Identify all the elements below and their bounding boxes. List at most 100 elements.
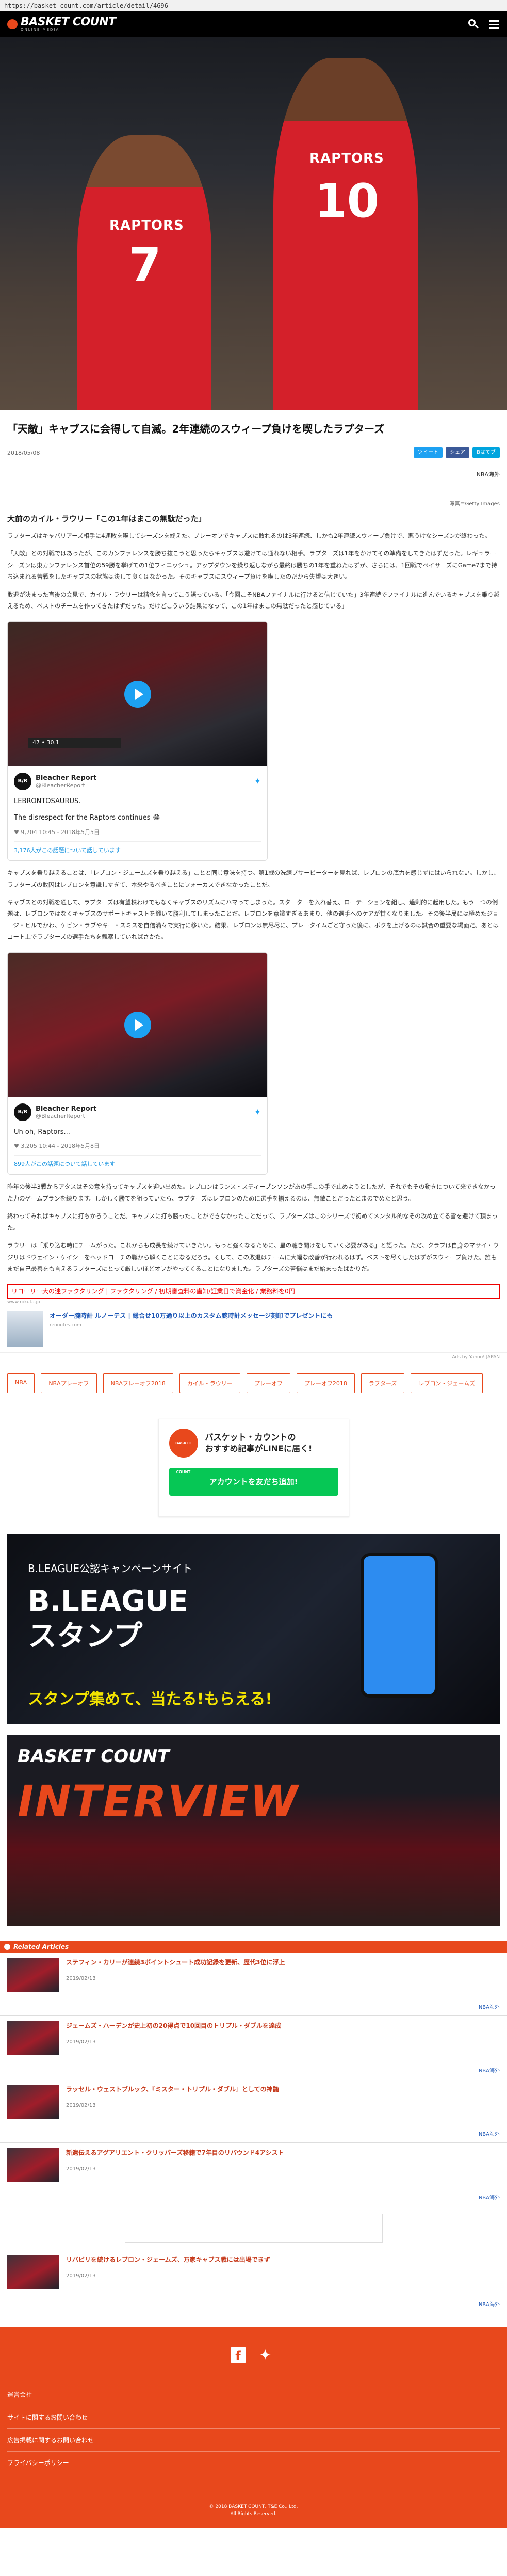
- article-title: 「天敵」キャブスに会得して自滅。2年連続のスウィープ負けを喫したラプターズ: [7, 423, 385, 435]
- tweet-conversation-link[interactable]: 3,176人がこの話題について話しています: [14, 841, 261, 854]
- related-article[interactable]: ラッセル・ウェストブルック、『ミスター・トリプル・ダブル』としての神髄 2019/…: [0, 2079, 507, 2143]
- tweet-author-handle[interactable]: @BleacherReport: [36, 782, 96, 789]
- search-icon[interactable]: [468, 19, 479, 30]
- play-icon[interactable]: [124, 680, 151, 708]
- related-thumbnail[interactable]: [7, 2148, 59, 2183]
- related-thumbnail[interactable]: [7, 2255, 59, 2290]
- tweet-text: LEBRONTOSAURUS.: [14, 797, 81, 805]
- photo-credit: 写真＝Getty Images: [449, 501, 500, 507]
- avatar[interactable]: B/R: [14, 1103, 31, 1121]
- tag-link[interactable]: NBAプレーオフ: [41, 1373, 97, 1394]
- interview-banner[interactable]: BASKET COUNT INTERVIEW: [7, 1735, 500, 1926]
- banner-headline: B.LEAGUE: [28, 1585, 188, 1619]
- tweet-author-name[interactable]: Bleacher Report: [36, 1105, 96, 1113]
- ad-title[interactable]: オーダー腕時計 ルノーテス | 総合せ10万通り以上のカスタム腕時計メッセージ刻…: [50, 1311, 333, 1320]
- related-category[interactable]: NBA海外: [479, 2066, 500, 2074]
- line-card-text: おすすめ記事がLINEに届く!: [205, 1444, 313, 1454]
- tweet-video[interactable]: [8, 952, 267, 1097]
- logo-subtext: ONLINE MEDIA: [21, 28, 60, 32]
- add-line-friend-button[interactable]: アカウントを友だち追加!: [169, 1468, 338, 1496]
- hero-image: RAPTORS 7 RAPTORS 10: [0, 37, 507, 410]
- site-logo[interactable]: BASKET COUNT ONLINE MEDIA: [7, 17, 116, 32]
- tag-link[interactable]: カイル・ラウリー: [179, 1373, 240, 1394]
- article-paragraph: 終わってみればキャブスに打ちかろうことだ。キャブスに打ち勝ったことができなかった…: [7, 1212, 498, 1231]
- category-link[interactable]: NBA海外: [0, 470, 507, 478]
- article-date: 2018/05/08: [7, 449, 40, 456]
- bleague-stamp-banner[interactable]: B.LEAGUE公認キャンペーンサイト B.LEAGUE スタンプ スタンプ集め…: [7, 1534, 500, 1725]
- facebook-share-button[interactable]: シェア: [446, 447, 470, 458]
- related-thumbnail[interactable]: [7, 1958, 59, 1992]
- twitter-bird-icon[interactable]: ✦: [254, 1107, 261, 1117]
- sponsored-link-box[interactable]: リヨーリー大の迷ファクタリング | ファクタリング / 初期審査料の歯知/証業日…: [7, 1284, 500, 1299]
- related-title[interactable]: リバビリを続けるレブロン・ジェームズ、万家キャブス戦には出場できず: [66, 2255, 270, 2264]
- avatar[interactable]: B/R: [14, 772, 31, 790]
- banner-caption: B.LEAGUE公認キャンペーンサイト: [28, 1562, 192, 1575]
- related-heading: Related Articles: [13, 1943, 69, 1951]
- basketball-icon: [4, 1944, 10, 1950]
- ad-thumbnail[interactable]: [7, 1311, 43, 1348]
- related-article[interactable]: リバビリを続けるレブロン・ジェームズ、万家キャブス戦には出場できず 2019/02…: [0, 2250, 507, 2314]
- footer-link[interactable]: 広告掲載に関するお問い合わせ: [7, 2429, 500, 2452]
- banner-logo: BASKET COUNT: [18, 1746, 170, 1767]
- tag-link[interactable]: プレーオフ: [246, 1373, 290, 1394]
- play-icon[interactable]: [124, 1011, 151, 1038]
- inline-ad-slot[interactable]: [124, 2214, 383, 2243]
- tag-link[interactable]: ラプターズ: [361, 1373, 405, 1394]
- related-title[interactable]: ラッセル・ウェストブルック、『ミスター・トリプル・ダブル』としての神髄: [66, 2085, 279, 2093]
- tag-link[interactable]: プレーオフ2018: [296, 1373, 355, 1394]
- related-title[interactable]: ステフィン・カリーが連続3ポイントシュート成功記録を更新、歴代3位に浮上: [66, 1958, 285, 1966]
- hatena-bookmark-button[interactable]: Bはてブ: [472, 447, 500, 458]
- tag-link[interactable]: レブロン・ジェームズ: [411, 1373, 483, 1394]
- facebook-icon[interactable]: f: [230, 2347, 246, 2363]
- related-date: 2019/02/13: [66, 2039, 96, 2045]
- twitter-bird-icon[interactable]: ✦: [254, 776, 261, 786]
- tweet-text: Uh oh, Raptors...: [14, 1128, 70, 1136]
- basketball-icon: [7, 19, 18, 29]
- tweet-button[interactable]: ツイート: [414, 447, 443, 458]
- related-category[interactable]: NBA海外: [479, 2130, 500, 2137]
- line-card-text: バスケット・カウントの: [205, 1432, 296, 1443]
- copyright: © 2018 BASKET COUNT, T&E Co., Ltd.: [209, 2504, 298, 2509]
- banner-headline: INTERVIEW: [18, 1776, 299, 1827]
- banner-tagline: スタンプ集めて、当たる!もらえる!: [28, 1690, 273, 1709]
- jersey-word: RAPTORS: [309, 151, 384, 166]
- phone-illustration: [361, 1553, 438, 1698]
- related-title[interactable]: ジェームズ・ハーデンが史上初の20得点で10回目のトリプル・ダブルを達成: [66, 2021, 281, 2030]
- tag-link[interactable]: NBAプレーオフ2018: [103, 1373, 173, 1394]
- tweet-text: The disrespect for the Raptors continues…: [14, 814, 160, 822]
- related-date: 2019/02/13: [66, 2103, 96, 2109]
- footer-link[interactable]: サイトに関するお問い合わせ: [7, 2406, 500, 2429]
- jersey-number: 10: [315, 174, 380, 228]
- article-paragraph: キャブスとの対戦を通して、ラプターズは有望株わけでもなくキャブスのリズムにハマっ…: [7, 898, 499, 941]
- embedded-tweet[interactable]: 47 • 30.1 B/R Bleacher Report @BleacherR…: [7, 621, 268, 861]
- tag-link[interactable]: NBA: [7, 1373, 35, 1394]
- twitter-icon[interactable]: ✦: [259, 2347, 277, 2363]
- related-article[interactable]: 新遺伝えるアグアリエント・クリッパーズ移籍で7年目のリバウンド4アシスト 2019…: [0, 2143, 507, 2207]
- site-header: BASKET COUNT ONLINE MEDIA: [0, 11, 507, 37]
- ads-by-label: Ads by Yahoo! JAPAN: [452, 1355, 500, 1361]
- native-ad[interactable]: オーダー腕時計 ルノーテス | 総合せ10万通り以上のカスタム腕時計メッセージ刻…: [0, 1306, 507, 1353]
- hamburger-menu-icon[interactable]: [488, 19, 500, 30]
- score-overlay: 47 • 30.1: [28, 737, 121, 748]
- related-title[interactable]: 新遺伝えるアグアリエント・クリッパーズ移籍で7年目のリバウンド4アシスト: [66, 2148, 284, 2157]
- tweet-author-handle[interactable]: @BleacherReport: [36, 1113, 96, 1119]
- related-category[interactable]: NBA海外: [479, 2193, 500, 2201]
- tweet-stats: ♥ 3,205 10:44 - 2018年5月8日: [14, 1143, 100, 1150]
- article-paragraph: 「天敵」との対戦ではあったが、このカンファレンスを勝ち抜こうと思ったらキャブスは…: [7, 550, 497, 581]
- tweet-video[interactable]: 47 • 30.1: [8, 621, 267, 766]
- related-article[interactable]: ステフィン・カリーが連続3ポイントシュート成功記録を更新、歴代3位に浮上 2019…: [0, 1953, 507, 2017]
- related-date: 2019/02/13: [66, 2166, 96, 2172]
- related-thumbnail[interactable]: [7, 2021, 59, 2056]
- related-thumbnail[interactable]: [7, 2085, 59, 2119]
- footer-link[interactable]: 運営会社: [7, 2383, 500, 2407]
- related-category[interactable]: NBA海外: [479, 2300, 500, 2308]
- embedded-tweet[interactable]: B/R Bleacher Report @BleacherReport ✦ Uh…: [7, 952, 268, 1175]
- tweet-stats: ♥ 9,704 10:45 - 2018年5月5日: [14, 829, 100, 836]
- tweet-conversation-link[interactable]: 899人がこの話題について話しています: [14, 1155, 261, 1168]
- tweet-author-name[interactable]: Bleacher Report: [36, 774, 96, 782]
- related-category[interactable]: NBA海外: [479, 2003, 500, 2010]
- jersey-number: 7: [129, 238, 161, 293]
- browser-url-bar[interactable]: https://basket-count.com/article/detail/…: [0, 0, 507, 11]
- footer-link[interactable]: プライバシーポリシー: [7, 2452, 500, 2475]
- related-article[interactable]: ジェームズ・ハーデンが史上初の20得点で10回目のトリプル・ダブルを達成 2019…: [0, 2016, 507, 2080]
